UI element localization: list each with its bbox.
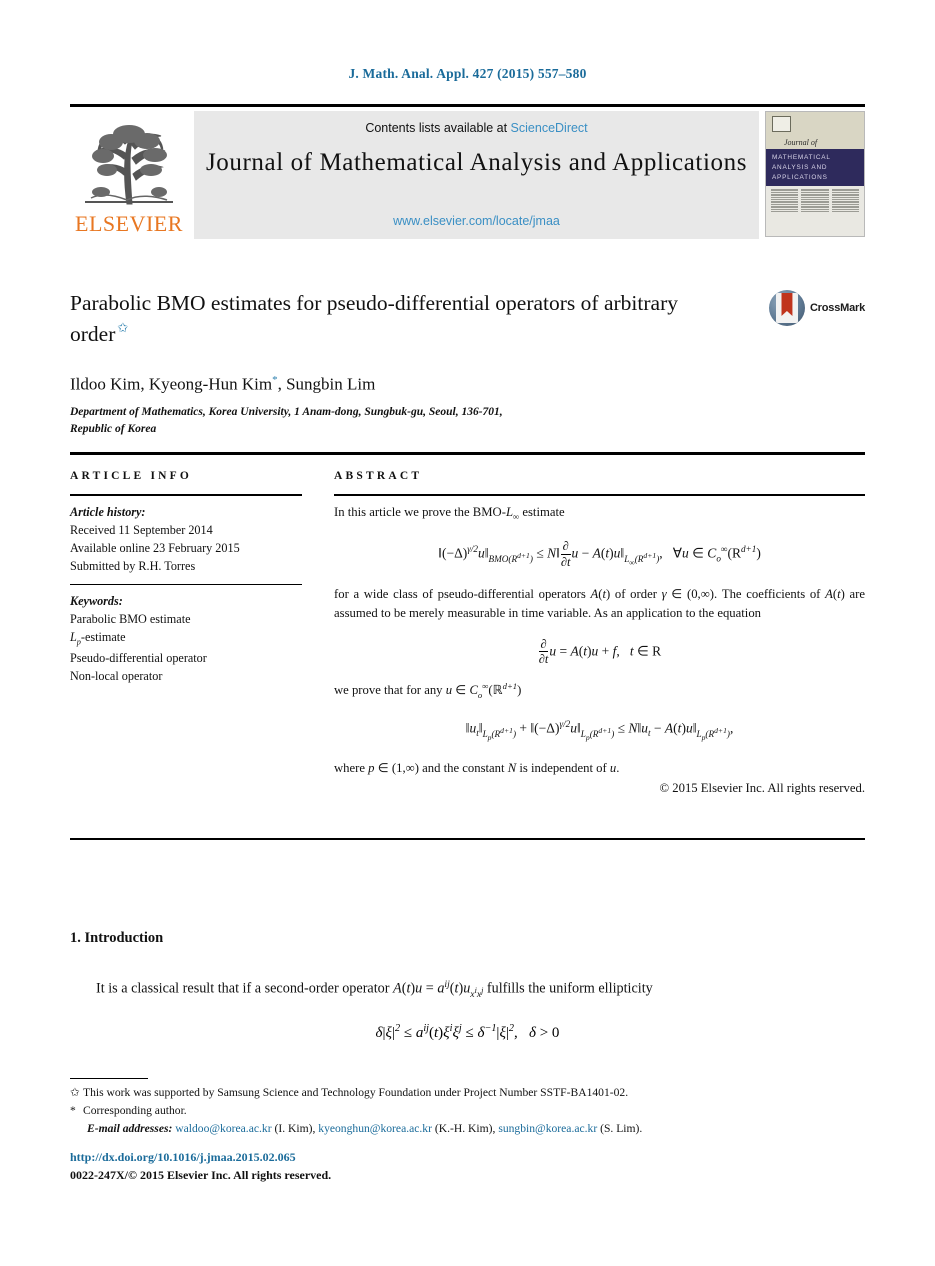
author-list: Ildoo Kim, Kyeong-Hun Kim*, Sungbin Lim	[70, 374, 865, 395]
divider-bottom	[70, 838, 865, 840]
cover-title-line-2: ANALYSIS AND	[772, 163, 828, 171]
cover-title-line-1: MATHEMATICAL	[772, 154, 831, 162]
crossmark-icon	[768, 290, 805, 326]
footnote-corresponding-text: Corresponding author.	[83, 1103, 187, 1117]
keyword-item: Parabolic BMO estimate	[70, 612, 191, 627]
footnotes: ✩ This work was supported by Samsung Scie…	[70, 1084, 865, 1138]
article-info-column: ARTICLE INFO Article history: Received 1…	[70, 470, 302, 798]
contents-available-line: Contents lists available at ScienceDirec…	[365, 121, 587, 135]
abstract-equation-3: ‖ut‖Lp(Rd+1) + ‖(−Δ)γ/2u‖Lp(Rd+1) ≤ N‖ut…	[465, 719, 734, 742]
email-link-1[interactable]: waldoo@korea.ac.kr	[175, 1122, 271, 1135]
section-heading-introduction: 1. Introduction	[70, 930, 164, 946]
doi-link[interactable]: http://dx.doi.org/10.1016/j.jmaa.2015.02…	[70, 1150, 296, 1164]
journal-homepage-link[interactable]: www.elsevier.com/locate/jmaa	[194, 214, 759, 228]
abstract-paragraph-2: we prove that for any u ∈ Co∞(ℝd+1)	[334, 680, 522, 700]
keyword-item: Lp-estimate	[70, 630, 126, 647]
keyword-item: Non-local operator	[70, 669, 163, 684]
authors-names: Ildoo Kim, Kyeong-Hun Kim	[70, 374, 273, 394]
abstract-heading: ABSTRACT	[334, 470, 423, 482]
footnote-funding: ✩ This work was supported by Samsung Scie…	[70, 1084, 865, 1102]
sciencedirect-link[interactable]: ScienceDirect	[511, 121, 588, 135]
email-link-2[interactable]: kyeonghun@korea.ac.kr	[318, 1122, 432, 1135]
keywords-label: Keywords:	[70, 594, 123, 609]
history-item: Submitted by R.H. Torres	[70, 559, 196, 574]
abstract-paragraph-3: where p ∈ (1,∞) and the constant N is in…	[334, 760, 620, 775]
email-person-1: (I. Kim)	[274, 1121, 313, 1135]
journal-cover-thumbnail[interactable]: Journal of MATHEMATICAL ANALYSIS AND APP…	[765, 111, 865, 237]
abstract-intro-line: In this article we prove the BMO-L∞ esti…	[334, 505, 565, 522]
footer-doi-block: http://dx.doi.org/10.1016/j.jmaa.2015.02…	[70, 1148, 331, 1184]
title-block: Parabolic BMO estimates for pseudo-diffe…	[70, 288, 865, 349]
article-title-text: Parabolic BMO estimates for pseudo-diffe…	[70, 291, 678, 346]
elsevier-wordmark: ELSEVIER	[75, 211, 183, 236]
paper-page: J. Math. Anal. Appl. 427 (2015) 557–580	[0, 0, 935, 1266]
abstract-equation-1: ‖(−Δ)γ/2u‖BMO(Rd+1) ≤ N‖ ∂ ∂t u − A(t)u‖L∞(…	[438, 539, 761, 569]
keyword-item: Pseudo-differential operator	[70, 650, 207, 665]
history-item: Received 11 September 2014	[70, 523, 213, 538]
article-info-heading: ARTICLE INFO	[70, 470, 193, 482]
history-item: Available online 23 February 2015	[70, 541, 240, 556]
email-addresses-label: E-mail addresses:	[87, 1121, 173, 1135]
abstract-rule	[334, 494, 865, 496]
cover-title-line-3: APPLICATIONS	[772, 173, 828, 181]
footnote-corresponding: * Corresponding author.	[70, 1102, 865, 1120]
affiliation-line-2: Republic of Korea	[70, 422, 157, 435]
title-footnote-star-icon[interactable]: ✩	[117, 320, 128, 335]
affiliation-line-1: Department of Mathematics, Korea Univers…	[70, 406, 503, 418]
cover-journal-of: Journal of	[784, 138, 818, 148]
keywords-rule	[70, 584, 302, 586]
introduction-equation: δ|ξ|2 ≤ aij(t)ξiξj ≤ δ−1|ξ|2, δ > 0	[375, 1023, 560, 1041]
journal-title: Journal of Mathematical Analysis and App…	[205, 149, 748, 176]
abstract-paragraph-1: for a wide class of pseudo-differential …	[334, 586, 865, 620]
abstract-body: In this article we prove the BMO-L∞ esti…	[334, 503, 865, 798]
cover-title-band: MATHEMATICAL ANALYSIS AND APPLICATIONS	[766, 149, 864, 187]
keywords-list: Keywords: Parabolic BMO estimate Lp-esti…	[70, 592, 302, 685]
elsevier-logo: ELSEVIER	[70, 111, 188, 239]
elsevier-tree-icon	[77, 120, 181, 212]
issn-copyright-line: 0022-247X/© 2015 Elsevier Inc. All right…	[70, 1168, 332, 1182]
cover-publisher-icon	[772, 116, 791, 132]
abstract-equation-2: ∂ ∂t u = A(t)u + f, t ∈ R	[538, 636, 662, 666]
article-history-label: Article history:	[70, 505, 146, 519]
abstract-copyright: © 2015 Elsevier Inc. All rights reserved…	[659, 780, 865, 795]
authors-tail: , Sungbin Lim	[277, 374, 376, 394]
crossmark-badge[interactable]: CrossMark	[768, 290, 865, 326]
email-link-3[interactable]: sungbin@korea.ac.kr	[498, 1122, 597, 1135]
info-abstract-columns: ARTICLE INFO Article history: Received 1…	[70, 470, 865, 798]
sciencedirect-band: Contents lists available at ScienceDirec…	[194, 111, 759, 239]
divider-top	[70, 452, 865, 455]
email-person-3: (S. Lim)	[600, 1121, 640, 1135]
footnote-star-mark: ✩	[70, 1086, 80, 1099]
footnote-corresponding-mark: *	[70, 1103, 76, 1117]
footnote-funding-text: This work was supported by Samsung Scien…	[83, 1086, 629, 1099]
cover-contents-list	[766, 186, 864, 236]
article-info-rule	[70, 494, 302, 496]
footnote-emails: E-mail addresses: waldoo@korea.ac.kr (I.…	[87, 1121, 643, 1135]
running-head: J. Math. Anal. Appl. 427 (2015) 557–580	[348, 66, 587, 81]
introduction-paragraph: It is a classical result that if a secon…	[96, 979, 653, 1000]
journal-masthead: ELSEVIER Contents lists available at Sci…	[70, 104, 865, 239]
article-history: Article history: Received 11 September 2…	[70, 503, 302, 575]
abstract-column: ABSTRACT In this article we prove the BM…	[334, 470, 865, 798]
footnote-divider	[70, 1078, 148, 1079]
email-person-2: (K.-H. Kim)	[434, 1121, 493, 1135]
contents-prefix: Contents lists available at	[365, 121, 511, 135]
page-title: Parabolic BMO estimates for pseudo-diffe…	[70, 288, 700, 349]
crossmark-label: CrossMark	[809, 302, 865, 314]
affiliation: Department of Mathematics, Korea Univers…	[70, 404, 770, 437]
cover-top: Journal of	[766, 112, 864, 150]
